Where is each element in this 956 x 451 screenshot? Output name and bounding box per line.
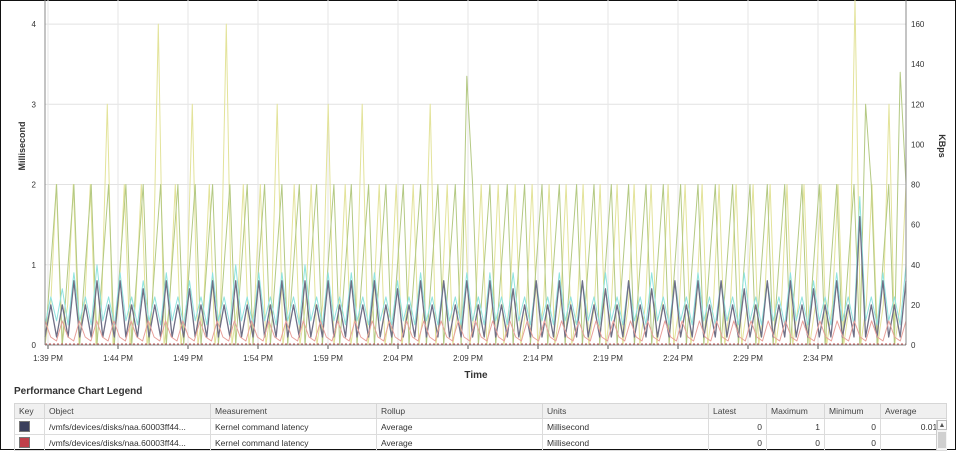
col-latest[interactable]: Latest bbox=[708, 403, 767, 419]
legend-header-row: Key Object Measurement Rollup Units Late… bbox=[14, 403, 947, 419]
measurement-cell: Kernel command latency bbox=[210, 434, 377, 451]
chart-series-group bbox=[44, 0, 907, 346]
units-cell: Millisecond bbox=[542, 434, 709, 451]
legend-key-cell bbox=[14, 434, 45, 451]
performance-chart: 012340204060801001201401601:39 PM 1:44 PM… bbox=[17, 0, 947, 381]
y-tick-right: 140 bbox=[911, 60, 925, 69]
rollup-cell: Average bbox=[376, 418, 543, 435]
legend-swatch bbox=[19, 421, 30, 433]
latest-cell: 0 bbox=[708, 418, 767, 435]
y-tick-right: 20 bbox=[911, 301, 920, 310]
y-tick-right: 60 bbox=[911, 221, 920, 230]
x-tick-label: 2:34 PM bbox=[803, 354, 833, 363]
col-key[interactable]: Key bbox=[14, 403, 45, 419]
x-tick-label: 1:44 PM bbox=[103, 354, 133, 363]
legend-title: Performance Chart Legend bbox=[14, 386, 143, 397]
legend-scrollbar[interactable]: ▲ bbox=[936, 420, 947, 450]
rollup-cell: Average bbox=[376, 434, 543, 451]
x-tick-label: 2:14 PM bbox=[523, 354, 553, 363]
y-tick-right: 0 bbox=[911, 341, 916, 350]
y-axis-label-right: KBps bbox=[937, 134, 947, 158]
measurement-cell: Kernel command latency bbox=[210, 418, 377, 435]
legend-table: Key Object Measurement Rollup Units Late… bbox=[14, 403, 947, 451]
legend-swatch bbox=[19, 437, 30, 449]
y-tick-right: 100 bbox=[911, 140, 925, 149]
x-tick-label: 2:29 PM bbox=[733, 354, 763, 363]
x-tick-label: 2:19 PM bbox=[593, 354, 623, 363]
y-tick-left: 0 bbox=[32, 341, 37, 350]
object-cell: /vmfs/devices/disks/naa.60003ff44... bbox=[44, 434, 211, 451]
table-row[interactable]: /vmfs/devices/disks/naa.60003ff44... Ker… bbox=[14, 418, 947, 435]
y-tick-left: 4 bbox=[32, 20, 37, 29]
maximum-cell: 0 bbox=[766, 434, 825, 451]
units-cell: Millisecond bbox=[542, 418, 709, 435]
minimum-cell: 0 bbox=[824, 418, 881, 435]
minimum-cell: 0 bbox=[824, 434, 881, 451]
maximum-cell: 1 bbox=[766, 418, 825, 435]
col-object[interactable]: Object bbox=[44, 403, 211, 419]
col-units[interactable]: Units bbox=[542, 403, 709, 419]
scroll-thumb[interactable] bbox=[938, 432, 946, 448]
x-tick-label: 1:39 PM bbox=[33, 354, 63, 363]
col-measurement[interactable]: Measurement bbox=[210, 403, 377, 419]
legend-key-cell bbox=[14, 418, 45, 435]
x-tick-label: 2:24 PM bbox=[663, 354, 693, 363]
y-tick-right: 80 bbox=[911, 181, 920, 190]
x-tick-label: 1:59 PM bbox=[313, 354, 343, 363]
y-tick-left: 3 bbox=[32, 100, 37, 109]
x-tick-label: 2:04 PM bbox=[383, 354, 413, 363]
y-tick-right: 40 bbox=[911, 261, 920, 270]
col-maximum[interactable]: Maximum bbox=[766, 403, 825, 419]
scroll-up-arrow-icon[interactable]: ▲ bbox=[937, 420, 947, 430]
x-axis-label: Time bbox=[464, 370, 488, 381]
col-average[interactable]: Average bbox=[880, 403, 947, 419]
y-tick-right: 160 bbox=[911, 20, 925, 29]
latest-cell: 0 bbox=[708, 434, 767, 451]
col-rollup[interactable]: Rollup bbox=[376, 403, 543, 419]
y-tick-left: 1 bbox=[32, 261, 37, 270]
y-axis-label-left: Millisecond bbox=[17, 121, 27, 170]
x-tick-label: 1:49 PM bbox=[173, 354, 203, 363]
col-minimum[interactable]: Minimum bbox=[824, 403, 881, 419]
x-tick-label: 1:54 PM bbox=[243, 354, 273, 363]
y-tick-left: 2 bbox=[32, 181, 37, 190]
table-row[interactable]: /vmfs/devices/disks/naa.60003ff44... Ker… bbox=[14, 434, 947, 451]
object-cell: /vmfs/devices/disks/naa.60003ff44... bbox=[44, 418, 211, 435]
x-tick-label: 2:09 PM bbox=[453, 354, 483, 363]
y-tick-right: 120 bbox=[911, 100, 925, 109]
